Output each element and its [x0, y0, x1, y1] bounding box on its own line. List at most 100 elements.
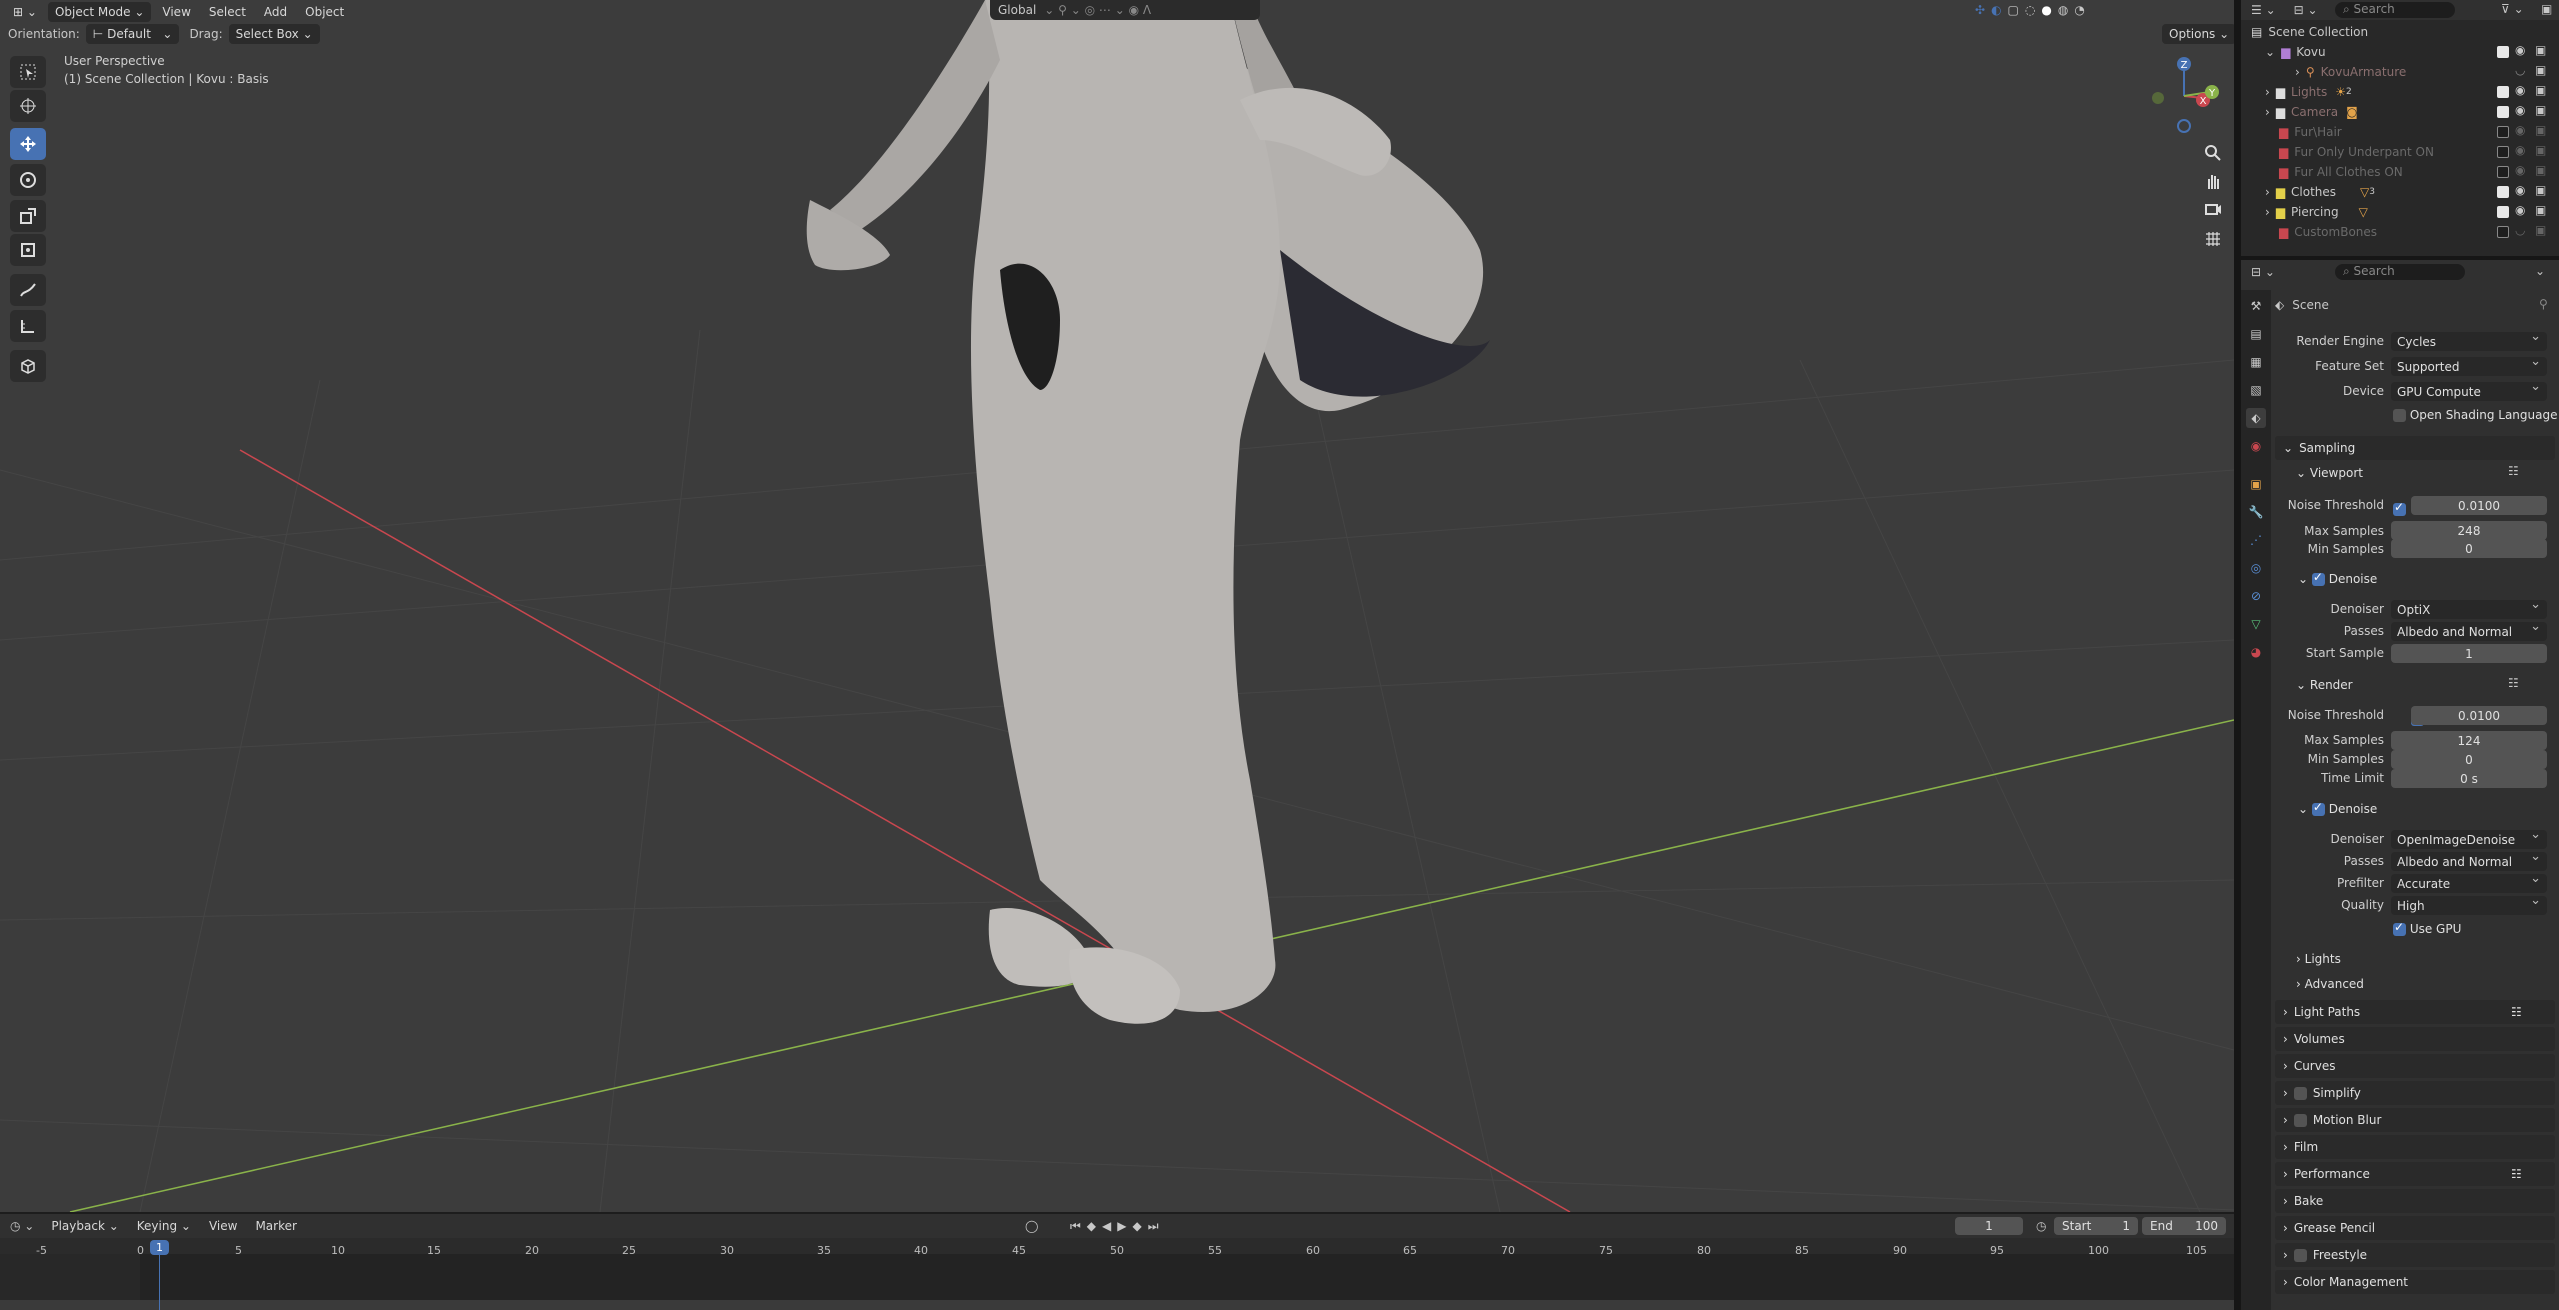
panel-bake[interactable]: › Bake	[2275, 1189, 2555, 1213]
exclude-checkbox[interactable]	[2497, 46, 2509, 58]
add-cube-tool[interactable]	[10, 350, 46, 382]
panel-freestyle[interactable]: › Freestyle	[2275, 1243, 2555, 1267]
render-camera-icon[interactable]: ▣	[2535, 183, 2546, 197]
vp-denoiser-dropdown[interactable]: OptiX	[2391, 597, 2547, 619]
r-denoise-subpanel-header[interactable]: ⌄ Denoise	[2298, 800, 2377, 816]
outliner-item[interactable]: › ▆ Piercing ▽	[2241, 202, 2559, 222]
tab-physics[interactable]: ◎	[2246, 558, 2266, 578]
vp-denoise-checkbox[interactable]	[2311, 570, 2325, 586]
simplify-checkbox[interactable]	[2293, 1086, 2307, 1100]
pivot-icon[interactable]: ⌄ ⚲ ⌄ ◎ ⋯ ⌄ ◉ Λ	[1044, 3, 1151, 17]
outliner-item[interactable]: › ▆ Clothes ▽ 3	[2241, 182, 2559, 202]
use-gpu-row[interactable]: Use GPU	[2393, 920, 2461, 936]
expand-chevron-icon[interactable]: ›	[2265, 185, 2270, 199]
sampling-panel-header[interactable]: ⌄ Sampling	[2275, 436, 2555, 460]
tab-output[interactable]: ▦	[2246, 352, 2266, 372]
timeline-view-menu[interactable]: View	[202, 1216, 244, 1236]
render-subpanel-header[interactable]: ⌄ Render	[2296, 678, 2353, 692]
viewport-subpanel-header[interactable]: ⌄ Viewport	[2296, 466, 2363, 480]
vp-min-samples-field[interactable]: 0	[2391, 539, 2547, 558]
outliner-search[interactable]: ⌕ Search	[2335, 2, 2455, 18]
new-collection-icon[interactable]: ▣	[2541, 2, 2552, 16]
camera-view-icon[interactable]	[2198, 194, 2228, 224]
exclude-checkbox[interactable]	[2497, 186, 2509, 198]
sampling-advanced-subpanel[interactable]: › Advanced	[2296, 977, 2364, 991]
vp-noise-threshold-field[interactable]: 0.0100	[2411, 496, 2547, 515]
osl-checkbox-row[interactable]: Open Shading Language	[2393, 408, 2557, 422]
cursor-tool[interactable]	[10, 90, 46, 122]
tab-world[interactable]: ◉	[2246, 436, 2266, 456]
tab-object[interactable]: ▣	[2246, 474, 2266, 494]
vp-denoise-subpanel-header[interactable]: ⌄ Denoise	[2298, 570, 2377, 586]
freestyle-checkbox[interactable]	[2293, 1248, 2307, 1262]
tab-view-layer[interactable]: ▧	[2246, 380, 2266, 400]
r-prefilter-dropdown[interactable]: Accurate	[2391, 871, 2547, 893]
panel-motion-blur[interactable]: › Motion Blur	[2275, 1108, 2555, 1132]
annotate-tool[interactable]	[10, 274, 46, 306]
editor-type-button[interactable]: ⊞ ⌄	[6, 2, 44, 22]
3d-viewport[interactable]: ⊞ ⌄ Object Mode ⌄ View Select Add Object…	[0, 0, 2234, 1212]
r-noise-threshold-field[interactable]: 0.0100	[2411, 706, 2547, 725]
tab-particles[interactable]: ⋰	[2246, 530, 2266, 550]
panel-performance[interactable]: › Performance ☷	[2275, 1162, 2555, 1186]
outliner-item[interactable]: ▆ Fur Only Underpant ON	[2241, 142, 2559, 162]
menu-object[interactable]: Object	[298, 2, 351, 22]
panel-options-icon[interactable]: ⌄	[2535, 264, 2545, 278]
shading-wire-icon[interactable]: ◌	[2025, 3, 2035, 17]
panel-curves[interactable]: › Curves	[2275, 1054, 2555, 1078]
clock-icon[interactable]: ◷	[2036, 1219, 2046, 1233]
visibility-eye-icon[interactable]: ◉	[2515, 143, 2525, 157]
xray-toggle-icon[interactable]: ▢	[2008, 3, 2019, 17]
tab-render[interactable]: ▤	[2246, 324, 2266, 344]
pan-hand-icon[interactable]	[2198, 166, 2228, 196]
presets-list-icon[interactable]: ☷	[2508, 464, 2519, 478]
expand-chevron-icon[interactable]: ›	[2295, 65, 2300, 79]
outliner-item[interactable]: › ▆ Lights ☀ 2	[2241, 82, 2559, 102]
expand-chevron-icon[interactable]: ›	[2265, 85, 2270, 99]
measure-tool[interactable]	[10, 310, 46, 342]
end-frame-field[interactable]: End 100	[2142, 1217, 2226, 1235]
panel-simplify[interactable]: › Simplify	[2275, 1081, 2555, 1105]
r-quality-dropdown[interactable]: High	[2391, 893, 2547, 915]
visibility-eye-icon[interactable]: ◉	[2515, 123, 2525, 137]
outliner-editor-icon[interactable]: ☰ ⌄	[2251, 3, 2276, 17]
timeline-editor-icon[interactable]: ◷ ⌄	[10, 1219, 34, 1233]
orientation-dropdown[interactable]: ⊢ Default ⌄	[85, 24, 180, 44]
menu-add[interactable]: Add	[257, 2, 294, 22]
playhead-frame[interactable]: 1	[150, 1240, 169, 1255]
drag-dropdown[interactable]: Select Box ⌄	[228, 24, 320, 44]
timeline[interactable]: ◷ ⌄ Playback ⌄ Keying ⌄ View Marker ◯ ⏮◆…	[0, 1214, 2234, 1310]
visibility-eye-icon[interactable]: ◉	[2515, 163, 2525, 177]
expand-chevron-icon[interactable]: ›	[2265, 205, 2270, 219]
motion-blur-checkbox[interactable]	[2293, 1113, 2307, 1127]
exclude-checkbox[interactable]	[2497, 86, 2509, 98]
expand-chevron-icon[interactable]: ⌄	[2265, 45, 2275, 59]
render-camera-icon[interactable]: ▣	[2535, 43, 2546, 57]
sampling-lights-subpanel[interactable]: › Lights	[2296, 952, 2341, 966]
area-divider[interactable]	[2241, 256, 2559, 260]
shading-material-icon[interactable]: ◍	[2058, 3, 2068, 17]
visibility-eye-icon[interactable]: ◡	[2515, 223, 2525, 237]
auto-keying-icon[interactable]: ◯	[1025, 1219, 1038, 1233]
transform-space-dropdown[interactable]: Global	[998, 3, 1036, 17]
scale-tool[interactable]	[10, 200, 46, 232]
use-gpu-checkbox[interactable]	[2393, 920, 2406, 936]
mode-dropdown[interactable]: Object Mode ⌄	[47, 2, 152, 22]
r-passes-dropdown[interactable]: Albedo and Normal	[2391, 849, 2547, 871]
current-frame-field[interactable]: 1	[1955, 1217, 2023, 1235]
tab-data[interactable]: ▽	[2246, 614, 2266, 634]
visibility-eye-icon[interactable]: ◡	[2515, 63, 2525, 77]
render-camera-icon[interactable]: ▣	[2535, 143, 2546, 157]
vp-noise-threshold-checkbox[interactable]	[2393, 500, 2406, 516]
presets-list-icon[interactable]: ☷	[2511, 1005, 2522, 1019]
render-camera-icon[interactable]: ▣	[2535, 163, 2546, 177]
properties-editor-icon[interactable]: ⊟ ⌄	[2251, 265, 2275, 279]
render-engine-dropdown[interactable]: Cycles	[2391, 329, 2547, 351]
outliner-item[interactable]: › ▆ Camera ◙	[2241, 102, 2559, 122]
tab-constraints[interactable]: ⊘	[2246, 586, 2266, 606]
display-mode-icon[interactable]: ⊟ ⌄	[2294, 3, 2318, 17]
tab-tool[interactable]: ⚒	[2246, 296, 2266, 316]
vp-passes-dropdown[interactable]: Albedo and Normal	[2391, 619, 2547, 641]
exclude-checkbox[interactable]	[2497, 226, 2509, 238]
osl-checkbox[interactable]	[2393, 409, 2406, 422]
